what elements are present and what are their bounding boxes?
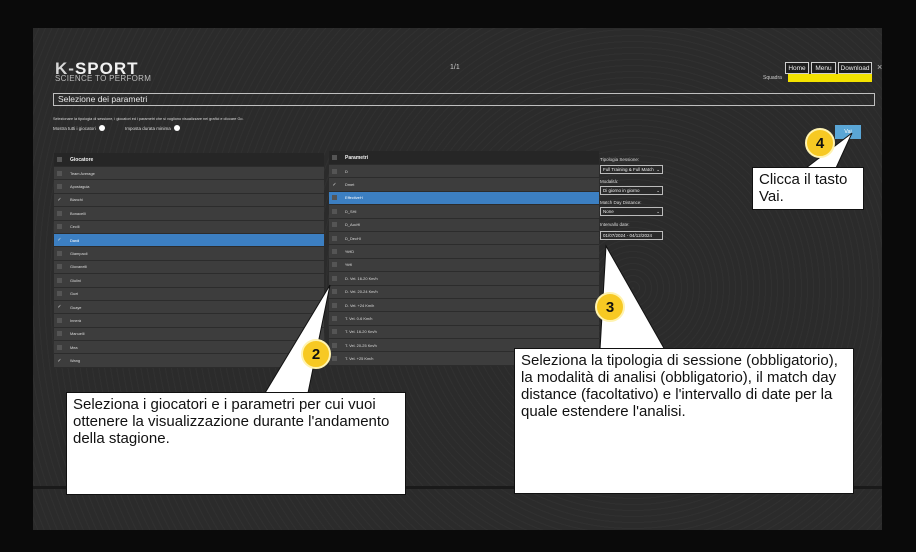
screenshot-stage: ‹ › K-SPORT SCIENCE TO PERFORM 1/1 Home …	[0, 0, 916, 552]
callout-3-text: Seleziona la tipologia di sessione (obbl…	[521, 352, 838, 420]
callout-3-box: Seleziona la tipologia di sessione (obbl…	[514, 348, 854, 494]
callout-4-text: Clicca il tasto Vai.	[759, 171, 848, 205]
step-2-badge: 2	[301, 339, 331, 369]
step-4-badge: 4	[805, 128, 835, 158]
step-3-badge: 3	[595, 292, 625, 322]
callout-4-box: Clicca il tasto Vai.	[752, 167, 864, 210]
callout-2-text: Seleziona i giocatori e i parametri per …	[73, 396, 390, 447]
callout-2-box: Seleziona i giocatori e i parametri per …	[66, 392, 406, 495]
